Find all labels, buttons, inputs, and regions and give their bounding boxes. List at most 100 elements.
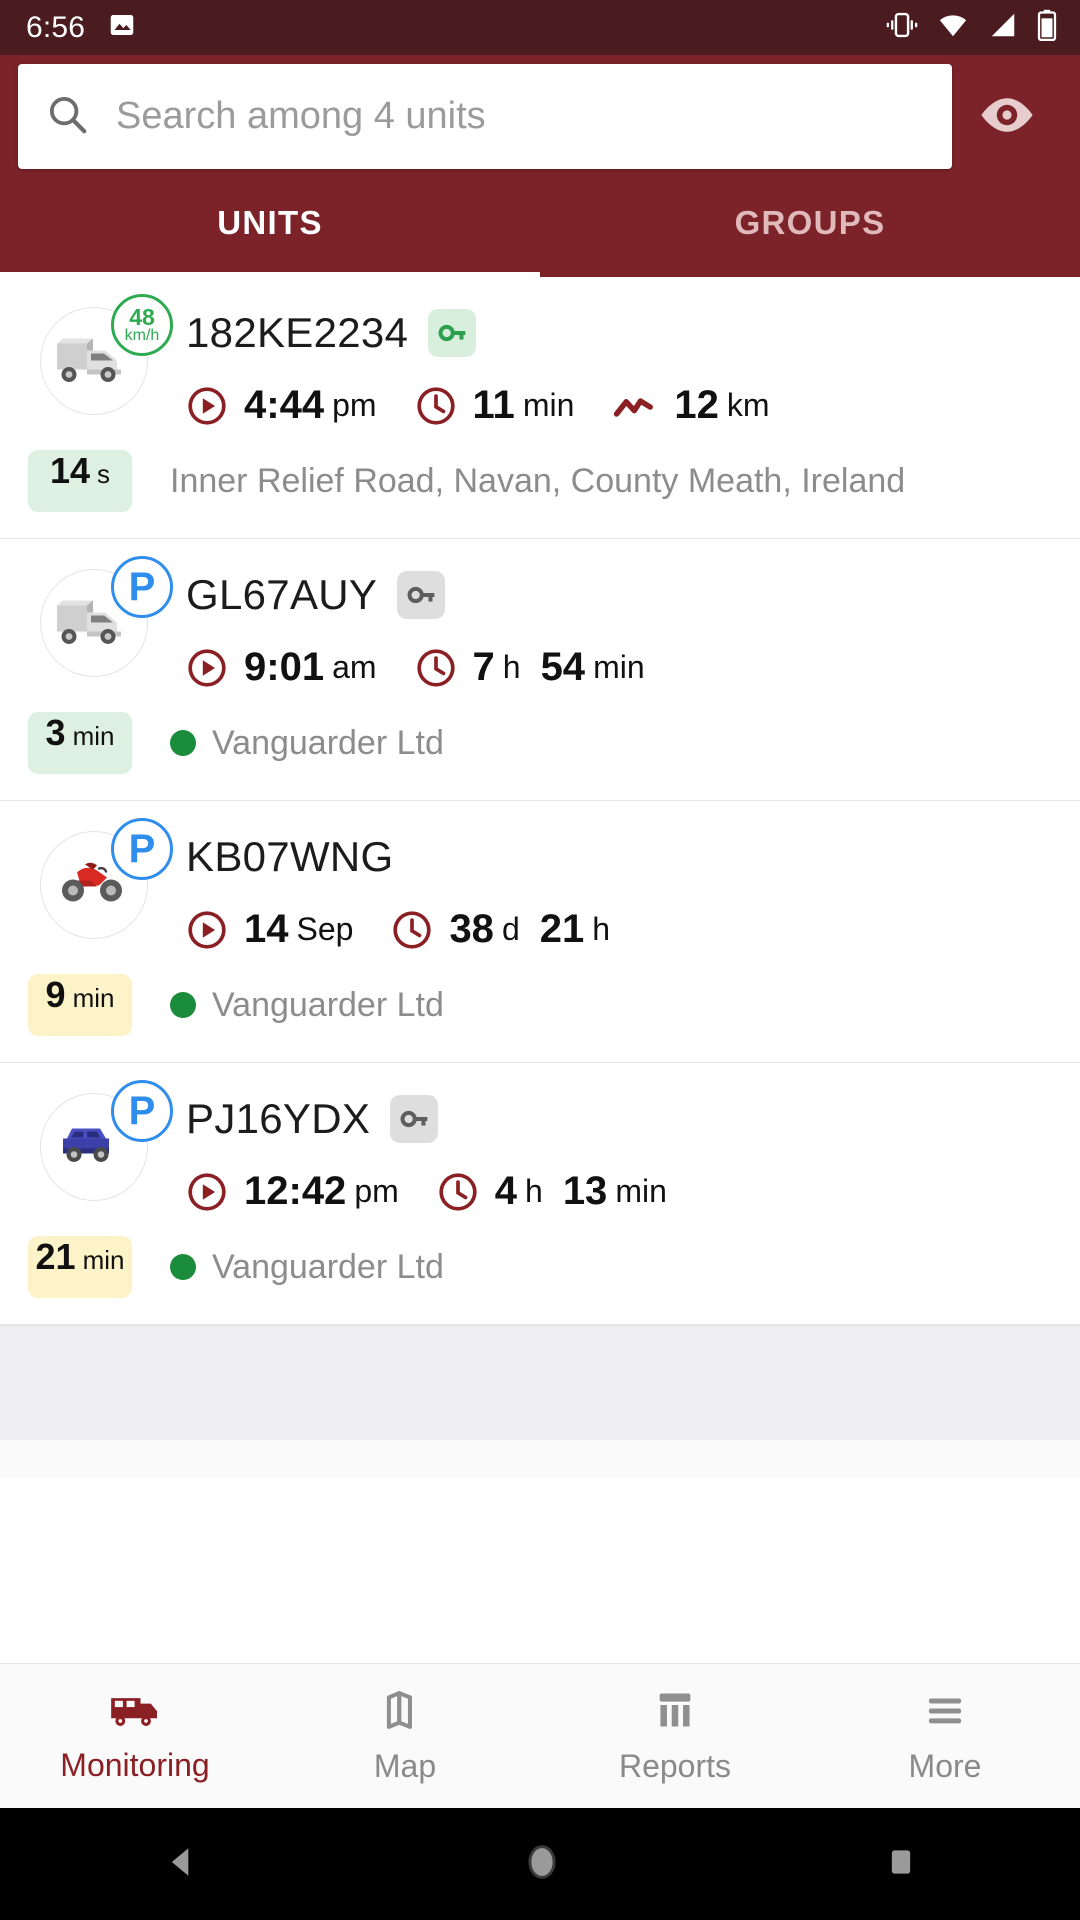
stat-duration: 38 d 21 h [391,907,610,952]
unit-name-line: 182KE2234 [186,305,1056,361]
nav-label: Reports [618,1748,732,1784]
stat-unit: Sep [296,911,354,947]
image-icon [107,10,137,45]
clock-icon [437,1171,479,1213]
map-icon [382,1687,428,1736]
badge-unit: min [82,1245,125,1275]
stat-value-2: 21 [539,907,585,951]
stat-duration: 7 h 54 min [415,645,645,690]
wifi-icon [936,10,970,45]
unit-bottom: 21 min Vanguarder Ltd [0,1236,1080,1298]
list-bottom-gap [0,1440,1080,1478]
badge-value: 3 [45,712,66,753]
tab-groups[interactable]: GROUPS [540,169,1080,277]
stat-unit: pm [332,387,377,423]
ignition-key-icon [397,571,446,619]
signal-icon [987,10,1019,45]
table-row[interactable]: P GL67AUY 9:01 am 7 h 54 min 3 min Vangu… [0,539,1080,801]
stat-unit: h [525,1173,543,1209]
parking-indicator: P [128,1089,156,1133]
nav-item-reports[interactable]: Reports [540,1687,810,1785]
unit-stats: 12:42 pm 4 h 13 min [186,1169,1056,1214]
badge-value: 21 [35,1236,76,1277]
search-row [0,55,1080,169]
stat-last-message: 14 Sep [186,907,353,952]
unit-driver: Vanguarder Ltd [170,724,444,763]
avatar: 48 km/h [40,294,173,415]
stat-value-2: 54 [540,645,586,689]
stat-unit: d [501,911,520,947]
unit-stats: 14 Sep 38 d 21 h [186,907,1056,952]
table-row[interactable]: 48 km/h 182KE2234 4:44 pm 11 min 12 km 1… [0,277,1080,539]
van-icon [107,1688,163,1735]
stat-unit: h [502,649,521,685]
parking-indicator: P [128,827,156,871]
unit-stats: 4:44 pm 11 min 12 km [186,383,1056,428]
tab-bar: UNITS GROUPS [0,169,1080,277]
recents-icon[interactable] [881,1842,921,1887]
unit-main: 48 km/h 182KE2234 4:44 pm 11 min 12 km [0,294,1080,428]
ignition-key-icon [428,309,477,357]
unit-bottom: 3 min Vanguarder Ltd [0,712,1080,774]
status-badge: P [111,556,173,618]
nav-item-monitoring[interactable]: Monitoring [0,1688,270,1784]
unit-driver: Vanguarder Ltd [170,1248,444,1287]
last-update-badge: 3 min [28,712,132,774]
stat-value: 7 [472,645,495,689]
driver-name: Vanguarder Ltd [212,723,444,762]
stat-value: 14 [244,907,289,951]
last-update-badge: 21 min [28,1236,132,1298]
unit-main: P KB07WNG 14 Sep 38 d 21 h [0,818,1080,952]
unit-name: PJ16YDX [186,1095,371,1142]
stat-value: 11 [472,383,515,427]
stat-unit-2: min [615,1173,667,1209]
nav-label: Monitoring [60,1747,210,1783]
list-empty-area [0,1325,1080,1440]
table-row[interactable]: P KB07WNG 14 Sep 38 d 21 h 9 min Vanguar… [0,801,1080,1063]
hamburger-icon [922,1687,968,1736]
avatar: P [40,556,173,677]
nav-item-map[interactable]: Map [270,1687,540,1785]
unit-bottom: 14 s Inner Relief Road, Navan, County Me… [0,450,1080,512]
parking-indicator: P [128,565,156,609]
nav-item-more[interactable]: More [810,1687,1080,1785]
tab-units[interactable]: UNITS [0,169,540,277]
stat-unit: am [332,649,377,685]
stat-value-2: 13 [562,1169,608,1213]
status-badge: P [111,1080,173,1142]
online-status-dot [170,730,196,756]
stat-value: 4:44 [244,383,325,427]
search-input[interactable] [116,64,926,169]
status-bar-right [885,9,1058,46]
stat-unit: pm [354,1173,399,1209]
android-navigation-bar [0,1808,1080,1920]
badge-unit: min [72,721,115,751]
stat-mileage: 12 km [612,383,770,428]
eye-icon [977,93,1037,140]
stat-value: 4 [494,1169,518,1213]
speed-unit: km/h [124,327,160,344]
units-list: 48 km/h 182KE2234 4:44 pm 11 min 12 km 1… [0,277,1080,1325]
visibility-toggle-button[interactable] [952,64,1062,169]
table-row[interactable]: P PJ16YDX 12:42 pm 4 h 13 min 21 min Van… [0,1063,1080,1325]
clock-icon [415,647,457,689]
unit-content: KB07WNG 14 Sep 38 d 21 h [186,829,1056,952]
stat-unit: min [522,387,575,423]
badge-value: 9 [45,974,66,1015]
address-text: Inner Relief Road, Navan, County Meath, … [170,461,906,500]
unit-address: Inner Relief Road, Navan, County Meath, … [170,462,905,501]
back-icon[interactable] [159,1840,203,1889]
unit-name-line: KB07WNG [186,829,1056,885]
status-clock: 6:56 [26,10,86,44]
reports-icon [652,1687,698,1736]
online-status-dot [170,992,196,1018]
driver-name: Vanguarder Ltd [212,985,444,1024]
search-box[interactable] [18,64,952,169]
badge-value: 14 [49,450,91,491]
stat-last-message: 9:01 am [186,645,377,690]
home-icon[interactable] [520,1840,564,1889]
nav-label: Map [373,1748,437,1784]
stat-last-message: 4:44 pm [186,383,377,428]
stat-value: 12:42 [244,1169,347,1213]
stat-unit-2: min [593,649,645,685]
